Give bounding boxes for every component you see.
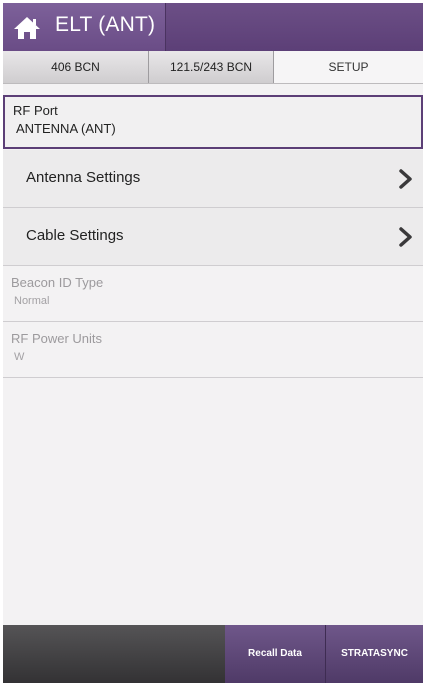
rf-power-units-value: W [14, 351, 25, 363]
bottom-bar: Recall Data STRATASYNC [3, 625, 423, 683]
tab-121-243-bcn[interactable]: 121.5/243 BCN [149, 51, 274, 83]
bottom-bar-blank [3, 625, 225, 683]
app-frame: ELT (ANT) 406 BCN 121.5/243 BCN SETUP RF… [3, 3, 423, 683]
cable-settings-label: Cable Settings [26, 227, 124, 244]
home-icon[interactable] [12, 15, 42, 41]
tab-bar: 406 BCN 121.5/243 BCN SETUP [3, 51, 423, 84]
rf-port-value: ANTENNA (ANT) [16, 121, 116, 136]
rf-power-units-setting: RF Power Units W [3, 322, 423, 378]
tab-setup[interactable]: SETUP [274, 51, 423, 83]
rf-power-units-label: RF Power Units [11, 331, 103, 346]
title-tab[interactable]: ELT (ANT) [3, 3, 166, 51]
beacon-id-type-label: Beacon ID Type [11, 275, 104, 290]
title-bar: ELT (ANT) [3, 3, 423, 51]
stratasync-button[interactable]: STRATASYNC [326, 625, 423, 683]
antenna-settings-label: Antenna Settings [26, 169, 141, 186]
page-title: ELT (ANT) [55, 13, 156, 36]
rf-port-label: RF Port [13, 103, 58, 118]
recall-data-button[interactable]: Recall Data [225, 625, 326, 683]
antenna-settings-item[interactable]: Antenna Settings [3, 150, 423, 208]
rf-port-setting[interactable]: RF Port ANTENNA (ANT) [3, 95, 423, 149]
tab-406-bcn[interactable]: 406 BCN [3, 51, 149, 83]
chevron-right-icon [399, 227, 412, 247]
beacon-id-type-setting: Beacon ID Type Normal [3, 266, 423, 322]
chevron-right-icon [399, 169, 412, 189]
cable-settings-item[interactable]: Cable Settings [3, 208, 423, 266]
beacon-id-type-value: Normal [14, 295, 50, 307]
